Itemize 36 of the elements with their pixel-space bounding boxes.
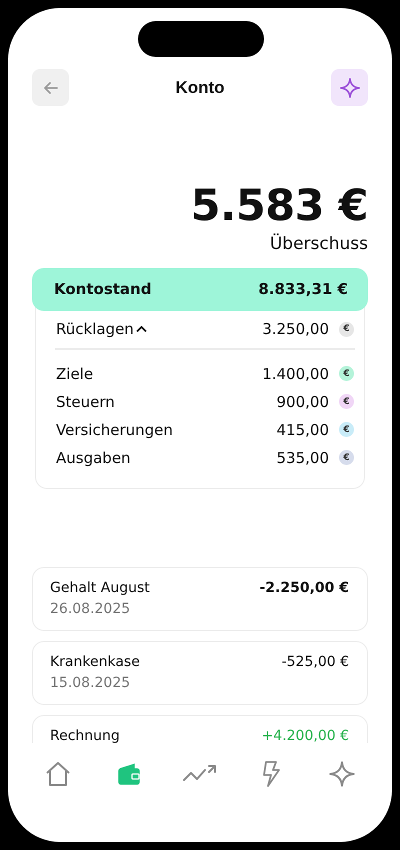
sparkle-icon bbox=[338, 76, 360, 98]
balance-amount: 8.833,31 € bbox=[258, 280, 348, 298]
reserve-amount: 535,00 bbox=[276, 448, 329, 466]
reserves-toggle[interactable]: Rücklagen bbox=[56, 320, 147, 338]
transaction-amount: -525,00 € bbox=[282, 654, 349, 670]
page-title: Konto bbox=[175, 78, 225, 98]
sparkle-button[interactable] bbox=[331, 69, 368, 106]
coin-icon: € bbox=[339, 422, 354, 437]
surplus-label: Überschuss bbox=[270, 234, 368, 254]
surplus-amount: 5.583 € bbox=[190, 180, 368, 232]
reserve-label: Ausgaben bbox=[56, 448, 131, 466]
reserve-label: Ziele bbox=[56, 364, 94, 382]
sparkle-icon bbox=[328, 760, 356, 788]
reserve-amount: 3.250,00 bbox=[262, 320, 329, 338]
lightning-icon bbox=[260, 760, 282, 788]
coin-icon: € bbox=[339, 322, 354, 336]
transaction-amount: -2.250,00 € bbox=[259, 580, 349, 596]
transaction-card[interactable]: Gehalt August -2.250,00 € 26.08.2025 bbox=[32, 566, 368, 630]
wallet-icon bbox=[116, 760, 142, 786]
reserve-amount: 415,00 bbox=[276, 420, 329, 438]
transaction-title: Gehalt August bbox=[50, 580, 150, 596]
transaction-date: 26.08.2025 bbox=[50, 600, 132, 616]
reserve-amount: 900,00 bbox=[276, 392, 329, 410]
coin-icon: € bbox=[339, 450, 354, 465]
transaction-amount: +4.200,00 € bbox=[262, 728, 349, 742]
coin-icon: € bbox=[339, 366, 354, 381]
transaction-title: Rechnung bbox=[50, 728, 120, 742]
back-button[interactable] bbox=[32, 69, 69, 106]
balance-label: Kontostand bbox=[54, 280, 152, 298]
transaction-card[interactable]: Krankenkase -525,00 € 15.08.2025 bbox=[32, 640, 368, 704]
reserve-label: Versicherungen bbox=[56, 420, 173, 438]
transaction-title: Krankenkase bbox=[50, 654, 140, 670]
reserve-amount: 1.400,00 bbox=[262, 364, 329, 382]
coin-icon: € bbox=[339, 394, 354, 409]
transaction-date: 15.08.2025 bbox=[50, 674, 132, 690]
reserve-label: Steuern bbox=[56, 392, 115, 410]
